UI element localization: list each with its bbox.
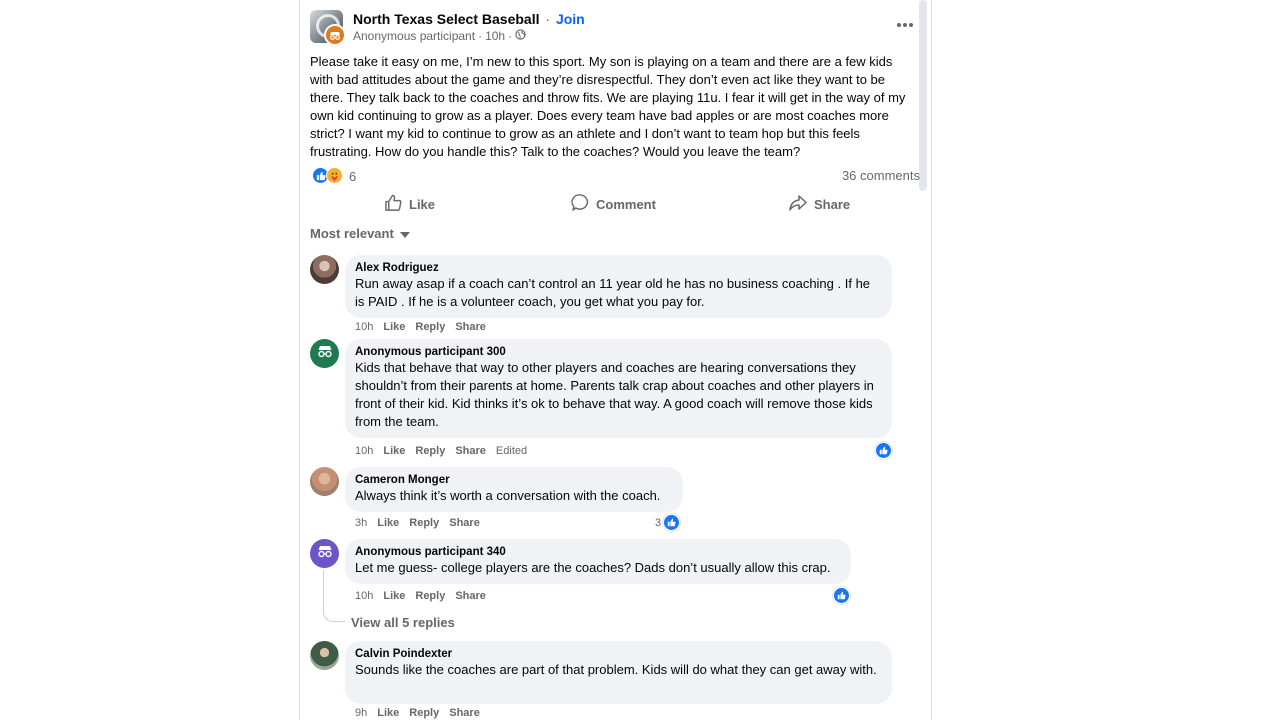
comment-bubble: Alex Rodriguez Run away asap if a coach … — [345, 255, 892, 318]
comment-count-link[interactable]: 36 comments — [842, 168, 920, 183]
meta-separator: · — [478, 29, 483, 43]
comment-bubble: Anonymous participant 340 Let me guess- … — [345, 539, 851, 584]
comment-author[interactable]: Calvin Poindexter — [355, 647, 882, 661]
like-reaction-badge[interactable] — [875, 442, 892, 459]
comment-button-label: Comment — [596, 196, 656, 212]
post-meta: Anonymous participant · 10h · — [353, 29, 526, 43]
post-author: Anonymous participant — [353, 29, 476, 43]
comment-share-button[interactable]: Share — [449, 517, 480, 529]
globe-icon — [515, 29, 526, 43]
comment-share-button[interactable]: Share — [455, 590, 486, 602]
comment-reply-button[interactable]: Reply — [409, 517, 439, 529]
more-dot-icon — [909, 23, 913, 27]
comment-actions: 10h Like Reply Share — [355, 321, 486, 333]
comment-share-button[interactable]: Share — [449, 707, 480, 719]
comment-time[interactable]: 10h — [355, 590, 373, 602]
like-button-label: Like — [409, 196, 436, 212]
thumbs-up-icon — [384, 194, 403, 215]
avatar[interactable] — [310, 539, 339, 568]
avatar[interactable] — [310, 339, 339, 368]
join-link[interactable]: Join — [556, 11, 585, 27]
comment-reply-button[interactable]: Reply — [409, 707, 439, 719]
share-arrow-icon — [788, 194, 808, 215]
comment-time[interactable]: 9h — [355, 707, 367, 719]
share-button[interactable]: Share — [788, 190, 850, 218]
group-name-link[interactable]: North Texas Select Baseball — [353, 11, 539, 27]
comment-bubble: Cameron Monger Always think it’s worth a… — [345, 467, 683, 512]
comment-reaction-count[interactable]: 3 — [655, 517, 661, 529]
avatar[interactable] — [310, 641, 339, 670]
more-options-button[interactable] — [894, 15, 916, 35]
post-body: Please take it easy on me, I’m new to th… — [310, 54, 906, 159]
post-action-bar: Like Comment Share — [310, 190, 920, 218]
comment-author[interactable]: Alex Rodriguez — [355, 261, 882, 275]
comment-text: Kids that behave that way to other playe… — [355, 360, 874, 429]
comment-text: Sounds like the coaches are part of that… — [355, 662, 877, 677]
reply-thread-line — [323, 570, 345, 622]
comment-reply-button[interactable]: Reply — [415, 321, 445, 333]
group-title-line: North Texas Select Baseball · Join — [353, 11, 585, 27]
like-reaction-badge[interactable] — [663, 514, 680, 531]
caret-down-icon — [399, 231, 410, 238]
comment-actions: 9h Like Reply Share — [355, 707, 480, 719]
sort-label: Most relevant — [310, 226, 394, 241]
meta-separator: · — [508, 29, 513, 43]
more-dot-icon — [897, 23, 901, 27]
share-button-label: Share — [814, 196, 851, 212]
anonymous-incognito-icon — [316, 544, 334, 563]
comment-reply-button[interactable]: Reply — [415, 445, 445, 457]
comment-time[interactable]: 10h — [355, 321, 373, 333]
separator: · — [545, 11, 551, 27]
reaction-summary: 6 36 comments — [312, 166, 920, 186]
care-reaction-icon — [326, 167, 343, 184]
comment-author[interactable]: Anonymous participant 340 — [355, 545, 841, 559]
comment-bubble: Calvin Poindexter Sounds like the coache… — [345, 641, 892, 704]
comment-like-button[interactable]: Like — [383, 445, 405, 457]
comment-button[interactable]: Comment — [571, 190, 1171, 218]
post-time-link[interactable]: 10h — [485, 29, 505, 43]
comment-time[interactable]: 3h — [355, 517, 367, 529]
scrollbar[interactable] — [919, 0, 927, 191]
comment-bubble: Anonymous participant 300 Kids that beha… — [345, 339, 892, 438]
reaction-icons[interactable] — [312, 167, 343, 184]
reaction-count[interactable]: 6 — [349, 169, 356, 184]
comment-text: Always think it’s worth a conversation w… — [355, 488, 661, 503]
like-reaction-badge[interactable] — [833, 587, 850, 604]
comment-actions: 10h Like Reply Share Edited — [355, 445, 527, 457]
comment-share-button[interactable]: Share — [455, 445, 486, 457]
avatar[interactable] — [310, 255, 339, 284]
anonymous-incognito-icon — [316, 344, 334, 363]
comment-like-button[interactable]: Like — [377, 517, 399, 529]
post-header: North Texas Select Baseball · Join Anony… — [310, 9, 920, 49]
comment-actions: 10h Like Reply Share — [355, 590, 486, 602]
comment-author[interactable]: Anonymous participant 300 — [355, 345, 882, 359]
comment-text: Let me guess- college players are the co… — [355, 560, 831, 575]
comment-like-button[interactable]: Like — [377, 707, 399, 719]
comment-author[interactable]: Cameron Monger — [355, 473, 673, 487]
comment-share-button[interactable]: Share — [455, 321, 486, 333]
comment-bubble-icon — [571, 193, 590, 215]
avatar[interactable] — [310, 467, 339, 496]
edited-label[interactable]: Edited — [496, 445, 527, 457]
comment-like-button[interactable]: Like — [383, 590, 405, 602]
more-dot-icon — [903, 23, 907, 27]
comment-text: Run away asap if a coach can’t control a… — [355, 276, 871, 309]
comment-sort-dropdown[interactable]: Most relevant — [310, 226, 410, 241]
anonymous-participant-icon — [324, 24, 346, 46]
comment-reply-button[interactable]: Reply — [415, 590, 445, 602]
comment-actions: 3h Like Reply Share — [355, 517, 480, 529]
like-button[interactable]: Like — [384, 190, 435, 218]
comment-like-button[interactable]: Like — [383, 321, 405, 333]
comment-time[interactable]: 10h — [355, 445, 373, 457]
view-replies-link[interactable]: View all 5 replies — [351, 615, 455, 630]
